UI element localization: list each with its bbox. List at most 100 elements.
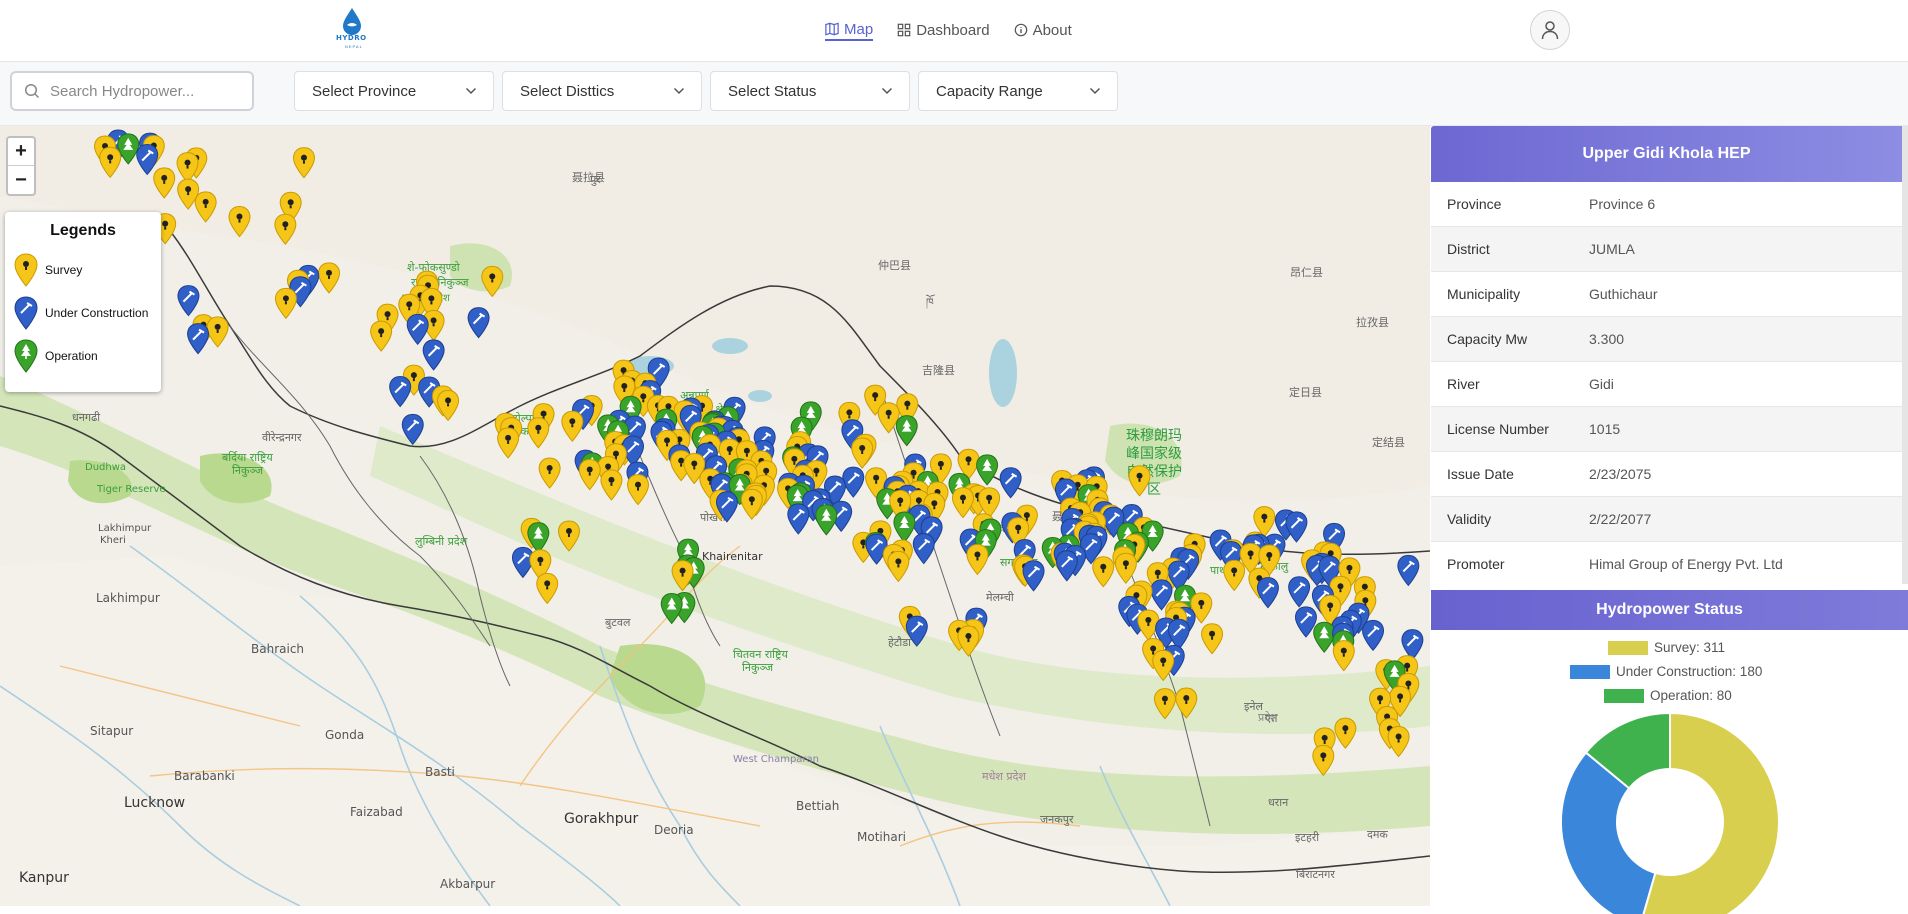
survey-marker[interactable]	[1312, 744, 1335, 777]
nav-dashboard-label: Dashboard	[916, 21, 990, 39]
operation-pin-icon	[14, 338, 38, 373]
operation-marker[interactable]	[895, 415, 918, 447]
survey-marker[interactable]	[978, 487, 1001, 519]
operation-marker[interactable]	[815, 504, 838, 536]
survey-marker[interactable]	[497, 427, 520, 459]
construction-marker[interactable]	[1022, 560, 1045, 592]
survey-marker[interactable]	[887, 550, 910, 583]
detail-key: Issue Date	[1447, 466, 1514, 482]
construction-marker[interactable]	[999, 467, 1022, 499]
survey-marker[interactable]	[527, 417, 550, 449]
survey-marker[interactable]	[370, 320, 393, 352]
legend-construction-label: Under Construction	[45, 305, 149, 320]
survey-marker[interactable]	[1332, 640, 1355, 672]
operation-marker[interactable]	[893, 511, 916, 543]
status-title: Hydropower Status	[1431, 590, 1908, 630]
map-view[interactable]: 聂拉县पुर 仲巴县ཁོ 昂仁县拉孜县 吉隆县定日县 定结县 聂拉木县 शे-फ…	[0, 126, 1430, 906]
nav-map[interactable]: Map	[825, 19, 874, 41]
operation-marker[interactable]	[660, 592, 683, 625]
construction-marker[interactable]	[905, 615, 928, 647]
search-input[interactable]	[50, 82, 240, 100]
survey-marker[interactable]	[536, 572, 559, 605]
survey-marker[interactable]	[318, 262, 341, 294]
chart-legend-survey[interactable]: Survey: 311	[1608, 640, 1725, 655]
construction-marker[interactable]	[389, 375, 412, 408]
capacity-select[interactable]: Capacity Range	[918, 71, 1118, 111]
construction-marker[interactable]	[187, 323, 210, 355]
survey-marker[interactable]	[1387, 726, 1410, 758]
construction-marker[interactable]	[177, 285, 200, 317]
nav-about[interactable]: About	[1014, 19, 1072, 41]
construction-marker[interactable]	[1167, 618, 1190, 651]
legend-item-under-construction: Under Construction	[13, 291, 153, 334]
survey-marker[interactable]	[481, 265, 504, 298]
survey-marker[interactable]	[228, 206, 251, 238]
construction-marker[interactable]	[912, 533, 935, 565]
survey-marker[interactable]	[671, 560, 694, 592]
status-select[interactable]: Select Status	[710, 71, 910, 111]
details-scrollbar[interactable]	[1902, 126, 1908, 444]
survey-marker[interactable]	[1334, 717, 1357, 749]
chevron-down-icon	[881, 87, 893, 95]
survey-marker[interactable]	[627, 474, 650, 506]
construction-marker[interactable]	[1285, 511, 1308, 543]
detail-key: Municipality	[1447, 286, 1521, 302]
survey-marker[interactable]	[1223, 559, 1246, 592]
nav-dashboard[interactable]: Dashboard	[897, 19, 990, 41]
survey-pin-icon	[14, 252, 38, 287]
chart-legend-construction[interactable]: Under Construction: 180	[1570, 664, 1762, 679]
construction-marker[interactable]	[1362, 619, 1385, 652]
survey-marker[interactable]	[851, 437, 874, 469]
province-select[interactable]: Select Province	[294, 71, 494, 111]
construction-marker[interactable]	[422, 339, 445, 371]
survey-marker[interactable]	[194, 191, 217, 223]
zoom-out-button[interactable]: −	[8, 166, 34, 194]
survey-marker[interactable]	[437, 389, 460, 422]
construction-marker[interactable]	[842, 466, 865, 498]
construction-marker[interactable]	[406, 313, 429, 346]
survey-marker[interactable]	[1201, 623, 1224, 655]
construction-marker[interactable]	[787, 503, 810, 535]
hydropower-markers-layer[interactable]	[0, 126, 1430, 906]
survey-marker[interactable]	[176, 152, 199, 184]
construction-marker[interactable]	[401, 413, 424, 446]
survey-marker[interactable]	[1175, 687, 1198, 719]
survey-marker[interactable]	[1152, 649, 1175, 682]
zoom-in-button[interactable]: +	[8, 138, 34, 166]
survey-marker[interactable]	[538, 457, 561, 489]
construction-marker[interactable]	[136, 143, 159, 176]
construction-marker[interactable]	[1055, 550, 1078, 582]
construction-marker[interactable]	[1256, 577, 1279, 609]
detail-value: 3.300	[1589, 331, 1625, 347]
detail-row: License Number 1015	[1431, 407, 1902, 452]
survey-marker[interactable]	[274, 287, 297, 320]
survey-marker[interactable]	[1114, 552, 1137, 584]
user-icon	[1541, 21, 1559, 40]
operation-marker[interactable]	[976, 454, 999, 486]
survey-marker[interactable]	[1092, 556, 1115, 588]
legend-item-survey: Survey	[13, 248, 153, 291]
survey-marker[interactable]	[1153, 688, 1176, 720]
survey-marker[interactable]	[561, 410, 584, 442]
survey-marker[interactable]	[951, 487, 974, 519]
operation-marker[interactable]	[1313, 621, 1336, 653]
survey-marker[interactable]	[206, 316, 229, 348]
survey-marker[interactable]	[578, 459, 601, 491]
survey-marker[interactable]	[153, 167, 176, 199]
construction-marker[interactable]	[1401, 629, 1424, 661]
survey-marker[interactable]	[600, 469, 623, 501]
construction-marker[interactable]	[1397, 554, 1420, 587]
chart-legend-operation[interactable]: Operation: 80	[1604, 688, 1732, 703]
survey-marker[interactable]	[957, 625, 980, 657]
survey-marker[interactable]	[274, 213, 297, 245]
construction-marker[interactable]	[467, 307, 490, 339]
survey-marker[interactable]	[740, 488, 763, 520]
survey-marker[interactable]	[292, 147, 315, 179]
district-select[interactable]: Select Disttics	[502, 71, 702, 111]
survey-marker[interactable]	[99, 146, 122, 179]
survey-marker[interactable]	[1128, 465, 1151, 497]
user-avatar-button[interactable]	[1530, 10, 1570, 50]
survey-marker[interactable]	[966, 543, 989, 576]
survey-marker[interactable]	[557, 520, 580, 552]
construction-marker[interactable]	[1288, 576, 1311, 608]
